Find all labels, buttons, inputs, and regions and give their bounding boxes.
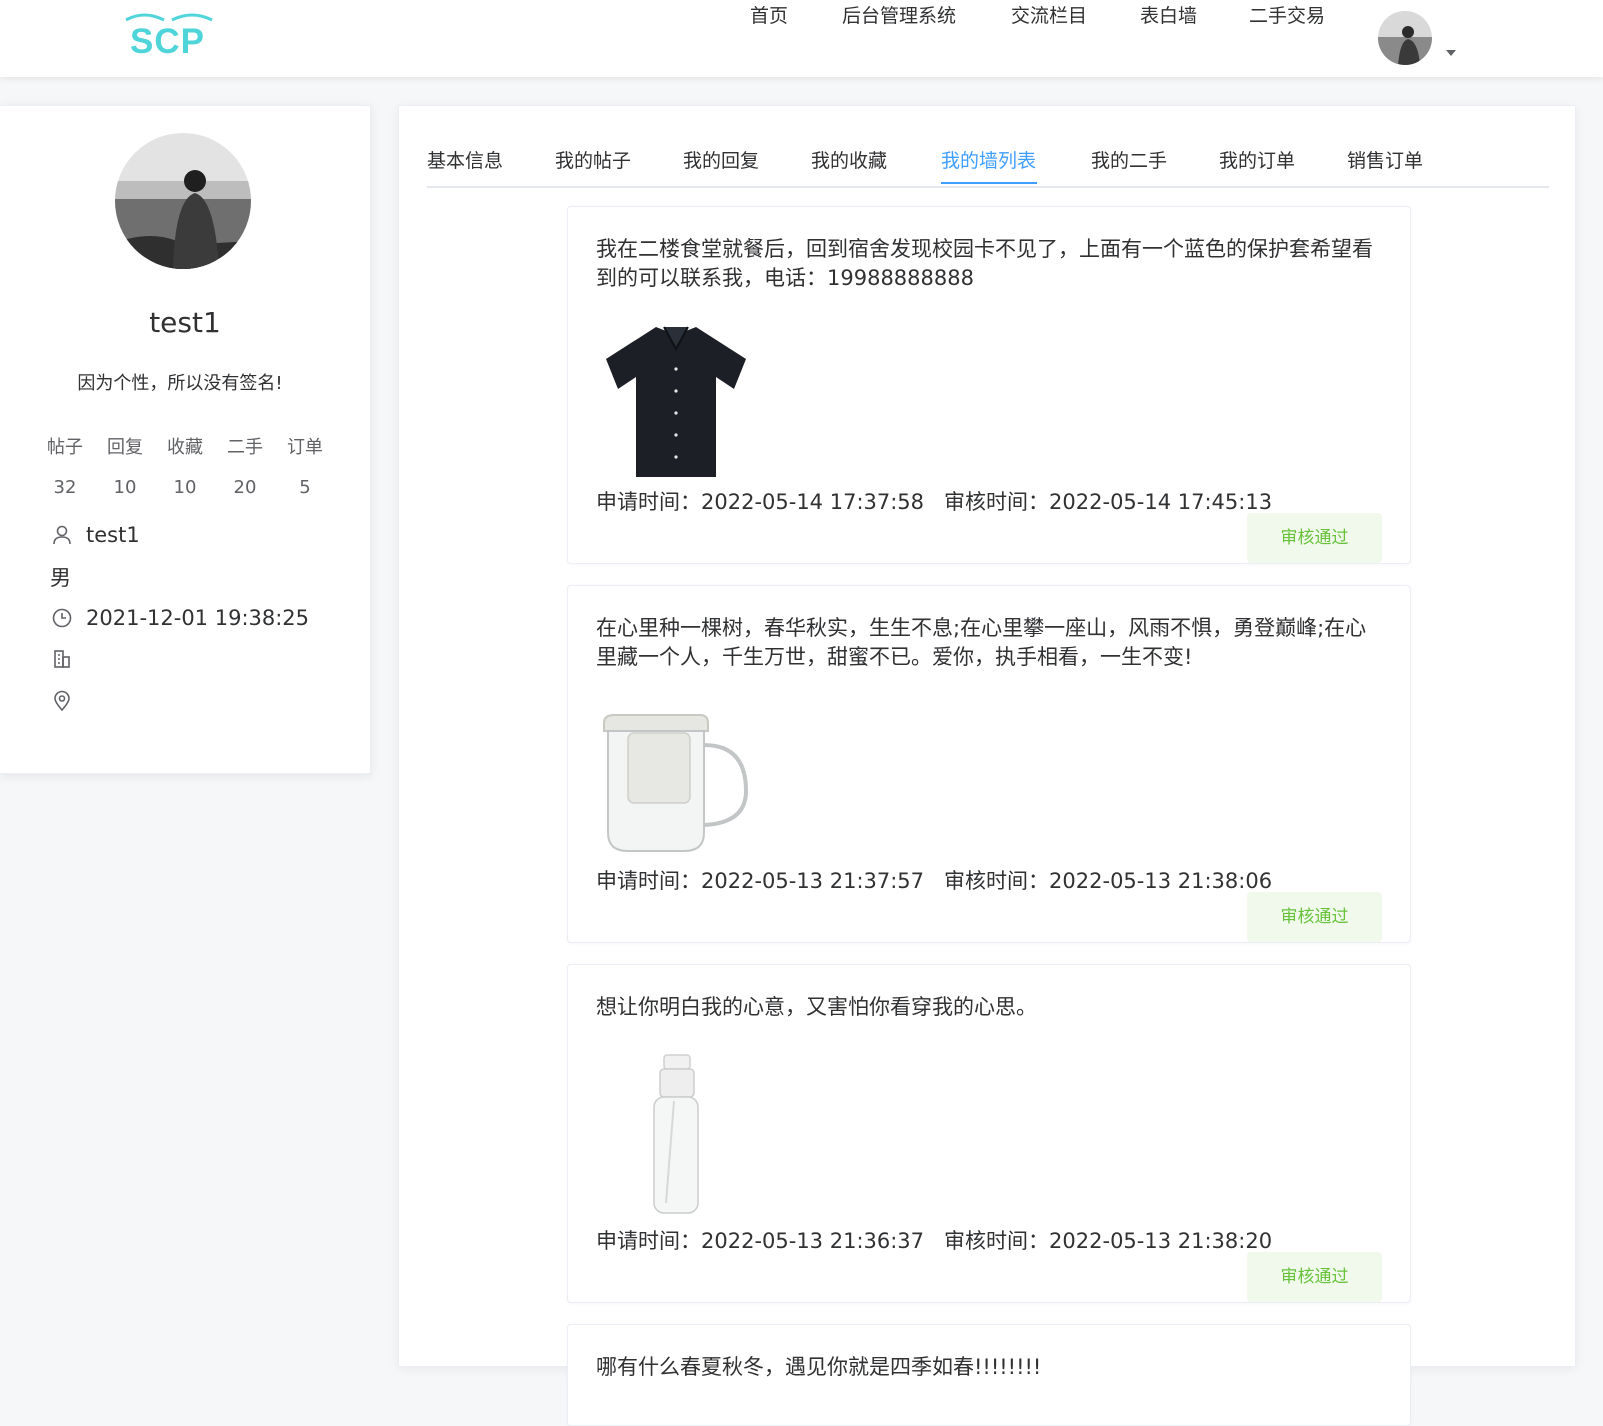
stat-label-second-hand[interactable]: 二手 — [215, 433, 275, 459]
post-text: 我在二楼食堂就餐后，回到宿舍发现校园卡不见了，上面有一个蓝色的保护套希望看到的可… — [596, 237, 1373, 290]
wall-post-card: 我在二楼食堂就餐后，回到宿舍发现校园卡不见了，上面有一个蓝色的保护套希望看到的可… — [567, 206, 1411, 564]
tab-basic-info[interactable]: 基本信息 — [427, 146, 503, 173]
user-avatar[interactable] — [1378, 11, 1432, 65]
info-created-row: 2021-12-01 19:38:25 — [50, 603, 309, 633]
info-company-row — [50, 644, 86, 674]
stat-value-posts: 32 — [53, 477, 77, 498]
apply-time: 2022-05-13 21:37:57 — [701, 869, 925, 893]
site-logo[interactable]: SCP — [120, 12, 216, 61]
stat-value-orders: 5 — [299, 477, 311, 498]
info-location-row — [50, 686, 86, 716]
review-time-label: 审核时间： — [944, 869, 1050, 893]
info-gender: 男 — [50, 566, 71, 590]
apply-time-label: 申请时间： — [596, 869, 701, 893]
post-timestamps: 申请时间：2022-05-13 21:36:37 审核时间：2022-05-13 … — [596, 1225, 1272, 1255]
tab-sales-orders[interactable]: 销售订单 — [1347, 146, 1423, 173]
nav-second-hand[interactable]: 二手交易 — [1249, 0, 1325, 32]
wall-post-card: 哪有什么春夏秋冬，遇见你就是四季如春!!!!!!!! — [567, 1324, 1411, 1426]
status-badge: 审核通过 — [1247, 513, 1382, 563]
status-badge: 审核通过 — [1247, 1252, 1382, 1302]
tab-my-posts[interactable]: 我的帖子 — [555, 146, 631, 173]
stat-label-replies[interactable]: 回复 — [95, 433, 155, 459]
review-time-label: 审核时间： — [944, 490, 1050, 514]
stat-value-favorites: 10 — [173, 477, 197, 498]
apply-time-label: 申请时间： — [596, 490, 701, 514]
caret-down-icon[interactable] — [1446, 50, 1456, 56]
apply-time-label: 申请时间： — [596, 1229, 701, 1253]
tab-my-favorites[interactable]: 我的收藏 — [811, 146, 887, 173]
black-shirt-icon — [606, 326, 746, 477]
post-timestamps: 申请时间：2022-05-13 21:37:57 审核时间：2022-05-13 … — [596, 865, 1272, 895]
user-icon — [50, 523, 74, 547]
profile-tabs: 基本信息 我的帖子 我的回复 我的收藏 我的墙列表 我的二手 我的订单 销售订单 — [427, 134, 1549, 188]
stat-label-orders[interactable]: 订单 — [275, 433, 335, 459]
tab-my-replies[interactable]: 我的回复 — [683, 146, 759, 173]
logo-text: SCP — [130, 22, 205, 61]
info-username-row: test1 — [50, 520, 140, 550]
clock-icon — [50, 606, 74, 630]
post-image[interactable] — [596, 701, 766, 866]
main-content-card: 基本信息 我的帖子 我的回复 我的收藏 我的墙列表 我的二手 我的订单 销售订单… — [398, 105, 1576, 1426]
review-time: 2022-05-14 17:45:13 — [1049, 490, 1273, 514]
tab-my-wall-list[interactable]: 我的墙列表 — [941, 146, 1036, 173]
profile-photo-icon — [115, 133, 251, 269]
apply-time: 2022-05-14 17:37:58 — [701, 490, 925, 514]
post-image[interactable] — [596, 1053, 766, 1218]
tab-my-second-hand[interactable]: 我的二手 — [1091, 146, 1167, 173]
tab-my-orders[interactable]: 我的订单 — [1219, 146, 1295, 173]
review-time-label: 审核时间： — [944, 1229, 1050, 1253]
nav-confession-wall[interactable]: 表白墙 — [1140, 0, 1197, 32]
review-time: 2022-05-13 21:38:06 — [1049, 869, 1273, 893]
nav-home[interactable]: 首页 — [750, 0, 788, 32]
nav-forum[interactable]: 交流栏目 — [1011, 0, 1087, 32]
stat-value-second-hand: 20 — [233, 477, 257, 498]
stat-label-posts[interactable]: 帖子 — [35, 433, 95, 459]
post-image[interactable] — [596, 319, 766, 484]
info-gender-row: 男 — [50, 562, 71, 592]
stat-label-favorites[interactable]: 收藏 — [155, 433, 215, 459]
info-username: test1 — [86, 523, 140, 547]
apply-time: 2022-05-13 21:36:37 — [701, 1229, 925, 1253]
glass-teapot-icon — [603, 714, 749, 852]
status-badge: 审核通过 — [1247, 892, 1382, 942]
active-tab-indicator — [941, 182, 1037, 184]
building-icon — [50, 647, 74, 671]
review-time: 2022-05-13 21:38:20 — [1049, 1229, 1273, 1253]
location-icon — [50, 689, 74, 713]
profile-card: test1 因为个性，所以没有签名! 帖子 回复 收藏 二手 订单 32 10 … — [0, 105, 371, 774]
nav-admin[interactable]: 后台管理系统 — [842, 0, 956, 32]
info-created-at: 2021-12-01 19:38:25 — [86, 606, 310, 630]
profile-avatar — [115, 133, 251, 269]
post-text: 哪有什么春夏秋冬，遇见你就是四季如春!!!!!!!! — [596, 1355, 1042, 1379]
top-header: SCP 首页 后台管理系统 交流栏目 表白墙 二手交易 — [0, 0, 1603, 77]
post-text: 在心里种一棵树，春华秋实，生生不息;在心里攀一座山，风雨不惧，勇登巅峰;在心里藏… — [596, 616, 1367, 669]
profile-signature: 因为个性，所以没有签名! — [77, 373, 283, 394]
post-text: 想让你明白我的心意，又害怕你看穿我的心思。 — [596, 995, 1037, 1019]
avatar-photo-icon — [1378, 11, 1432, 65]
stat-value-replies: 10 — [113, 477, 137, 498]
wall-post-card: 想让你明白我的心意，又害怕你看穿我的心思。 申请时间：2022-05-13 21… — [567, 964, 1411, 1303]
wall-post-card: 在心里种一棵树，春华秋实，生生不息;在心里攀一座山，风雨不惧，勇登巅峰;在心里藏… — [567, 585, 1411, 943]
spray-bottle-icon — [653, 1054, 699, 1214]
profile-name: test1 — [149, 306, 221, 339]
post-timestamps: 申请时间：2022-05-14 17:37:58 审核时间：2022-05-14 … — [596, 486, 1272, 516]
